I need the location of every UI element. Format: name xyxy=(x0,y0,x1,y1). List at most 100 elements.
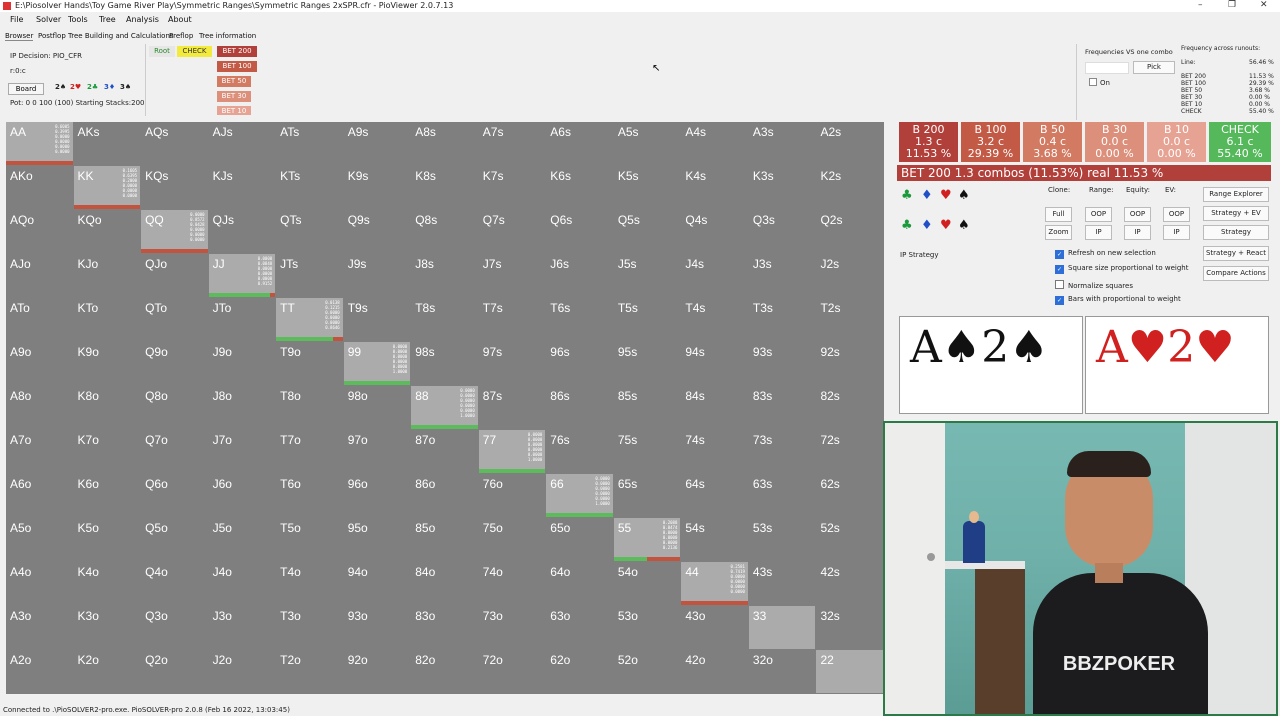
hand-cell[interactable]: A8s xyxy=(411,122,478,165)
tab-tree-information[interactable]: Tree information xyxy=(199,32,256,40)
hand-cell[interactable]: A4o xyxy=(6,562,73,605)
hand-cell-pair[interactable]: 44 0.2581 0.7419 0.0000 0.0000 0.0000 0.0000 xyxy=(681,562,748,605)
hand-cell[interactable]: 54o xyxy=(613,562,681,605)
hand-cell[interactable]: T8s xyxy=(411,298,478,341)
hand-cell[interactable]: T6s xyxy=(546,298,613,341)
hand-cell[interactable]: J6s xyxy=(546,254,613,297)
board-card[interactable]: 2♠ xyxy=(55,83,66,91)
hand-cell[interactable]: 98o xyxy=(343,386,411,429)
hand-cell[interactable]: T2o xyxy=(276,650,343,693)
board-card[interactable]: 3♠ xyxy=(120,83,131,91)
hand-cell[interactable]: T7o xyxy=(276,430,343,473)
hand-cell[interactable]: KTs xyxy=(276,166,343,209)
hand-cell-pair[interactable]: KK 0.1605 0.6395 0.2000 0.0000 0.0000 0.0000 xyxy=(73,166,141,209)
hand-cell[interactable]: 85o xyxy=(411,518,478,561)
hand-cell[interactable]: K6s xyxy=(546,166,613,209)
hand-cell[interactable]: 62o xyxy=(546,650,613,693)
hand-cell[interactable]: 84o xyxy=(411,562,478,605)
hand-cell[interactable]: Q3s xyxy=(748,210,816,253)
hand-cell[interactable]: K2o xyxy=(73,650,141,693)
selected-combo-card[interactable]: A♥2♥ xyxy=(1085,316,1269,414)
hand-cell[interactable]: T3o xyxy=(276,606,343,649)
diamond-suit-icon[interactable]: ♦ xyxy=(921,188,933,203)
hand-cell[interactable]: Q6o xyxy=(141,474,208,517)
menu-analysis[interactable]: Analysis xyxy=(126,15,159,24)
hand-cell[interactable]: Q8o xyxy=(141,386,208,429)
square-size-checkbox[interactable]: ✓ Square size proportional to weight xyxy=(1055,264,1188,274)
hand-cell[interactable]: 94o xyxy=(343,562,411,605)
hand-cell[interactable]: 93s xyxy=(748,342,816,385)
hand-cell[interactable]: 32s xyxy=(816,606,883,649)
clone-full-button[interactable]: Full xyxy=(1045,207,1072,222)
heart-suit-icon[interactable]: ♥ xyxy=(940,218,952,233)
hand-cell[interactable]: J9s xyxy=(343,254,411,297)
hand-cell[interactable]: AKs xyxy=(73,122,141,165)
hand-cell[interactable]: 94s xyxy=(681,342,748,385)
hand-cell[interactable]: A4s xyxy=(681,122,748,165)
hand-cell[interactable]: Q3o xyxy=(141,606,208,649)
normalize-checkbox[interactable]: Normalize squares xyxy=(1055,280,1133,290)
hand-cell[interactable]: 32o xyxy=(748,650,816,693)
hand-cell[interactable]: 93o xyxy=(343,606,411,649)
hand-cell[interactable]: T8o xyxy=(276,386,343,429)
hand-cell[interactable]: QJo xyxy=(141,254,208,297)
menu-tools[interactable]: Tools xyxy=(68,15,88,24)
hand-cell[interactable]: J7o xyxy=(208,430,276,473)
hand-cell[interactable]: T4o xyxy=(276,562,343,605)
hand-cell-pair[interactable]: 66 0.0000 0.0000 0.0000 0.0000 0.0000 1.0000 xyxy=(546,474,613,517)
action-box-bet10[interactable]: B 10 0.0 c 0.00 % xyxy=(1147,122,1206,162)
menu-file[interactable]: File xyxy=(10,15,23,24)
hand-cell[interactable]: T9o xyxy=(276,342,343,385)
hand-cell[interactable]: Q7s xyxy=(478,210,546,253)
hand-cell[interactable]: A3s xyxy=(748,122,816,165)
hand-cell[interactable]: A7s xyxy=(478,122,546,165)
hand-cell[interactable]: 62s xyxy=(816,474,883,517)
hand-cell[interactable]: QJs xyxy=(208,210,276,253)
hand-cell-pair[interactable]: 88 0.0000 0.0000 0.0000 0.0000 0.0000 1.0000 xyxy=(411,386,478,429)
hand-cell[interactable]: 95o xyxy=(343,518,411,561)
selected-combo-card[interactable]: A♠2♠ xyxy=(899,316,1083,414)
hand-cell[interactable]: K2s xyxy=(816,166,883,209)
menu-tree[interactable]: Tree xyxy=(99,15,116,24)
hand-cell[interactable]: K5o xyxy=(73,518,141,561)
action-box-check[interactable]: CHECK 6.1 c 55.40 % xyxy=(1209,122,1271,162)
hand-cell[interactable]: A8o xyxy=(6,386,73,429)
hand-cell[interactable]: 84s xyxy=(681,386,748,429)
ev-oop-button[interactable]: OOP xyxy=(1163,207,1190,222)
hand-cell-pair[interactable]: JJ 0.0000 0.0848 0.0000 0.0000 0.0000 0.9152 xyxy=(208,254,276,297)
hand-cell[interactable]: Q5o xyxy=(141,518,208,561)
hand-cell[interactable]: 86o xyxy=(411,474,478,517)
hand-cell[interactable]: KJo xyxy=(73,254,141,297)
hand-cell[interactable]: Q9s xyxy=(343,210,411,253)
hand-cell[interactable]: 76s xyxy=(546,430,613,473)
hand-cell[interactable]: A9o xyxy=(6,342,73,385)
diamond-suit-icon[interactable]: ♦ xyxy=(921,218,933,233)
hand-cell[interactable]: 72o xyxy=(478,650,546,693)
hand-cell[interactable]: Q4o xyxy=(141,562,208,605)
hand-cell-pair[interactable]: AA 0.6005 0.3995 0.0000 0.0000 0.0000 0.0000 xyxy=(6,122,73,165)
hand-cell[interactable]: 53s xyxy=(748,518,816,561)
hand-cell[interactable]: J5o xyxy=(208,518,276,561)
hand-cell[interactable]: T9s xyxy=(343,298,411,341)
zoom-button[interactable]: Zoom xyxy=(1045,225,1072,240)
hand-cell[interactable]: AJs xyxy=(208,122,276,165)
equity-ip-button[interactable]: IP xyxy=(1124,225,1151,240)
hand-cell[interactable]: 65o xyxy=(546,518,613,561)
hand-cell[interactable]: 73s xyxy=(748,430,816,473)
hand-cell[interactable]: T7s xyxy=(478,298,546,341)
restore-button[interactable]: ❐ xyxy=(1228,0,1236,10)
hand-cell[interactable]: 82s xyxy=(816,386,883,429)
hand-cell[interactable]: Q6s xyxy=(546,210,613,253)
hand-cell[interactable]: 52s xyxy=(816,518,883,561)
hand-cell[interactable]: K9o xyxy=(73,342,141,385)
hand-cell[interactable]: 75o xyxy=(478,518,546,561)
hand-cell[interactable]: K9s xyxy=(343,166,411,209)
hand-cell[interactable]: 95s xyxy=(613,342,681,385)
pick-button[interactable]: Pick xyxy=(1133,61,1175,74)
hand-cell[interactable]: K3s xyxy=(748,166,816,209)
hand-cell-pair[interactable]: 77 0.0000 0.0000 0.0000 0.0000 0.0000 1.0000 xyxy=(478,430,546,473)
hand-cell[interactable]: A3o xyxy=(6,606,73,649)
ev-ip-button[interactable]: IP xyxy=(1163,225,1190,240)
hand-cell[interactable]: 92s xyxy=(816,342,883,385)
hand-cell[interactable]: 97o xyxy=(343,430,411,473)
